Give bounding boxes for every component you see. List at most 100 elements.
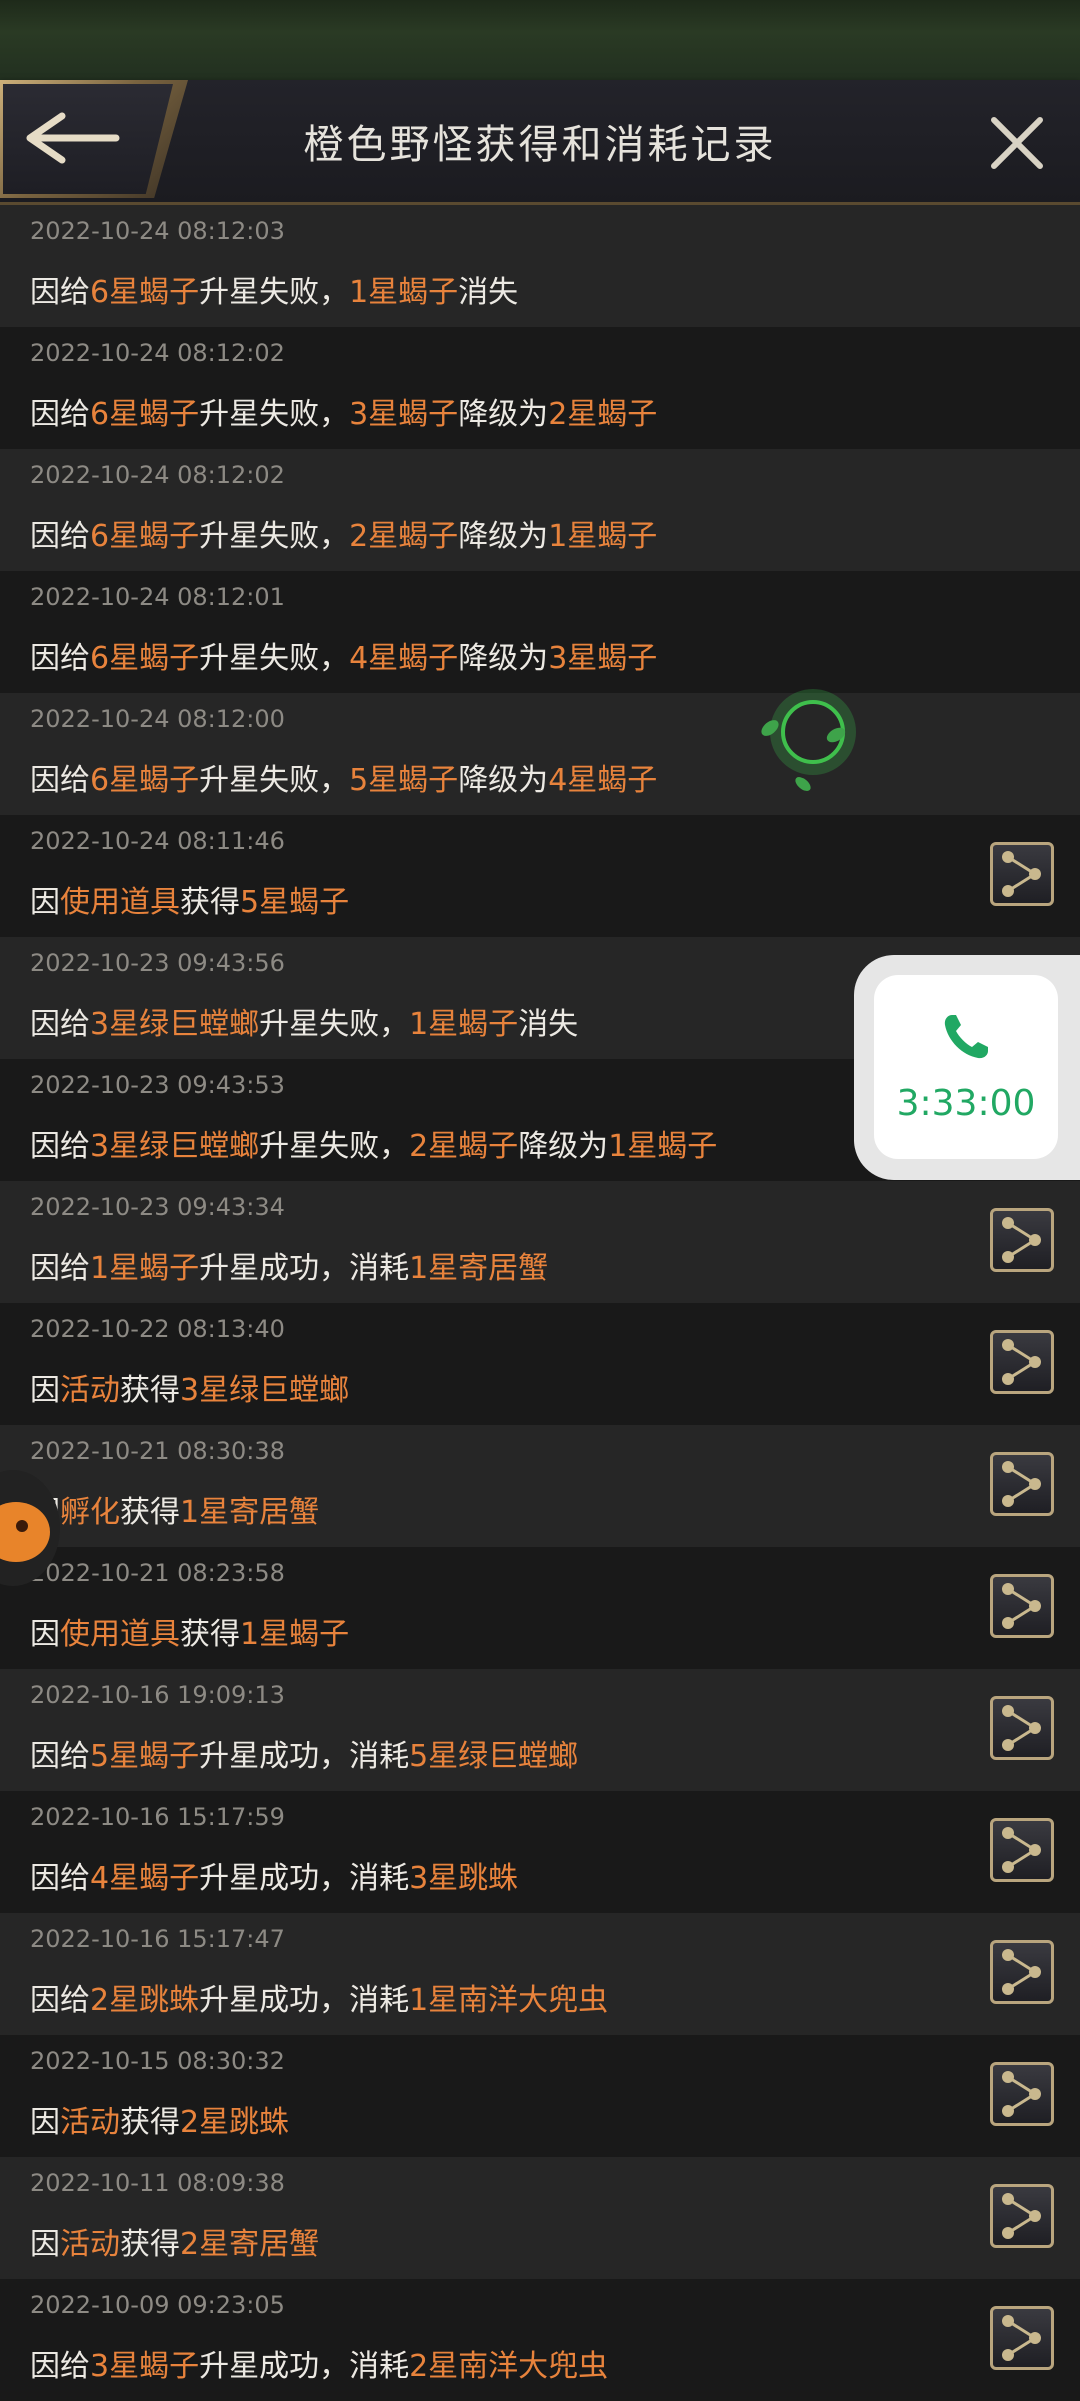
share-button[interactable] (990, 2062, 1054, 2126)
share-icon (1002, 1949, 1041, 1995)
message-text: 因给 (30, 763, 90, 798)
highlight-text: 活动 (60, 1373, 120, 1408)
page-title: 橙色野怪获得和消耗记录 (303, 122, 777, 168)
record-timestamp: 2022-10-24 08:12:02 (30, 339, 285, 367)
share-button[interactable] (990, 2184, 1054, 2248)
record-timestamp: 2022-10-21 08:30:38 (30, 1437, 285, 1465)
phone-icon (944, 1015, 988, 1059)
share-button[interactable] (990, 1330, 1054, 1394)
highlight-text: 6星蝎子 (90, 397, 200, 432)
record-timestamp: 2022-10-24 08:12:02 (30, 461, 285, 489)
message-text: 降级为 (518, 1129, 609, 1164)
record-row: 2022-10-24 08:12:03 因给6星蝎子升星失败，1星蝎子消失 (0, 205, 1080, 327)
record-row: 2022-10-15 08:30:32 因活动获得2星跳蛛 (0, 2035, 1080, 2157)
highlight-text: 3星蝎子 (349, 397, 459, 432)
highlight-text: 2星南洋大兜虫 (409, 2349, 609, 2384)
message-text: 降级为 (458, 763, 549, 798)
highlight-text: 3星蝎子 (90, 2349, 200, 2384)
share-button[interactable] (990, 1940, 1054, 2004)
highlight-text: 5星蝎子 (240, 885, 350, 920)
record-timestamp: 2022-10-24 08:12:03 (30, 217, 285, 245)
highlight-text: 5星蝎子 (349, 763, 459, 798)
header-bar: 橙色野怪获得和消耗记录 (0, 80, 1080, 205)
record-message: 因给2星跳蛛升星成功，消耗1星南洋大兜虫 (30, 1975, 608, 2019)
message-text: 获得 (120, 2227, 180, 2262)
share-button[interactable] (990, 1208, 1054, 1272)
record-row: 2022-10-24 08:12:01 因给6星蝎子升星失败，4星蝎子降级为3星蝎… (0, 571, 1080, 693)
record-row: 2022-10-23 09:43:34 因给1星蝎子升星成功，消耗1星寄居蟹 (0, 1181, 1080, 1303)
share-button[interactable] (990, 1818, 1054, 1882)
record-row: 2022-10-24 08:12:00 因给6星蝎子升星失败，5星蝎子降级为4星蝎… (0, 693, 1080, 815)
record-list: 2022-10-24 08:12:03 因给6星蝎子升星失败，1星蝎子消失 2022… (0, 205, 1080, 2401)
record-message: 因给3星蝎子升星成功，消耗2星南洋大兜虫 (30, 2341, 608, 2385)
message-text: 因给 (30, 397, 90, 432)
record-message: 因给6星蝎子升星失败，5星蝎子降级为4星蝎子 (30, 755, 657, 799)
message-text: 因 (30, 885, 60, 920)
record-message: 因给1星蝎子升星成功，消耗1星寄居蟹 (30, 1243, 548, 1287)
share-button[interactable] (990, 2306, 1054, 2370)
highlight-text: 2星蝎子 (409, 1129, 519, 1164)
message-text: 获得 (120, 2105, 180, 2140)
highlight-text: 2星寄居蟹 (180, 2227, 320, 2262)
record-message: 因给5星蝎子升星成功，消耗5星绿巨螳螂 (30, 1731, 578, 1775)
highlight-text: 1星南洋大兜虫 (409, 1983, 609, 2018)
message-text: 因给 (30, 519, 90, 554)
call-duration: 3:33:00 (896, 1083, 1036, 1124)
record-message: 因给6星蝎子升星失败，2星蝎子降级为1星蝎子 (30, 511, 657, 555)
share-button[interactable] (990, 1452, 1054, 1516)
highlight-text: 1星蝎子 (548, 519, 658, 554)
share-icon (1002, 1217, 1041, 1263)
message-text: 因给 (30, 1129, 90, 1164)
record-row: 2022-10-11 08:09:38 因活动获得2星寄居蟹 (0, 2157, 1080, 2279)
share-icon (1002, 2193, 1041, 2239)
highlight-text: 2星跳蛛 (180, 2105, 290, 2140)
highlight-text: 6星蝎子 (90, 275, 200, 310)
message-text: 因给 (30, 1983, 90, 2018)
record-timestamp: 2022-10-16 15:17:47 (30, 1925, 285, 1953)
highlight-text: 3星跳蛛 (409, 1861, 519, 1896)
share-button[interactable] (990, 842, 1054, 906)
record-message: 因给6星蝎子升星失败，1星蝎子消失 (30, 267, 518, 311)
highlight-text: 3星绿巨螳螂 (90, 1129, 260, 1164)
message-text: 因给 (30, 1251, 90, 1286)
message-text: 升星失败， (199, 397, 350, 432)
record-row: 2022-10-21 08:30:38 因孵化获得1星寄居蟹 (0, 1425, 1080, 1547)
highlight-text: 使用道具 (60, 885, 180, 920)
record-timestamp: 2022-10-23 09:43:53 (30, 1071, 285, 1099)
highlight-text: 5星绿巨螳螂 (409, 1739, 579, 1774)
message-text: 因给 (30, 1739, 90, 1774)
highlight-text: 孵化 (60, 1495, 120, 1530)
message-text: 因给 (30, 641, 90, 676)
message-text: 降级为 (458, 519, 549, 554)
message-text: 升星失败， (199, 275, 350, 310)
share-icon (1002, 1705, 1041, 1751)
record-message: 因给3星绿巨螳螂升星失败，2星蝎子降级为1星蝎子 (30, 1121, 717, 1165)
close-icon[interactable] (988, 114, 1046, 172)
share-icon (1002, 1339, 1041, 1385)
record-timestamp: 2022-10-09 09:23:05 (30, 2291, 285, 2319)
record-row: 2022-10-16 15:17:59 因给4星蝎子升星成功，消耗3星跳蛛 (0, 1791, 1080, 1913)
highlight-text: 活动 (60, 2227, 120, 2262)
message-text: 升星失败， (199, 763, 350, 798)
message-text: 升星失败， (199, 641, 350, 676)
record-timestamp: 2022-10-16 19:09:13 (30, 1681, 285, 1709)
record-timestamp: 2022-10-16 15:17:59 (30, 1803, 285, 1831)
highlight-text: 1星寄居蟹 (180, 1495, 320, 1530)
record-message: 因活动获得2星跳蛛 (30, 2097, 289, 2141)
share-button[interactable] (990, 1696, 1054, 1760)
highlight-text: 2星跳蛛 (90, 1983, 200, 2018)
highlight-text: 1星蝎子 (409, 1007, 519, 1042)
share-button[interactable] (990, 1574, 1054, 1638)
share-icon (1002, 1461, 1041, 1507)
record-message: 因给6星蝎子升星失败，4星蝎子降级为3星蝎子 (30, 633, 657, 677)
highlight-text: 1星蝎子 (240, 1617, 350, 1652)
highlight-text: 5星蝎子 (90, 1739, 200, 1774)
message-text: 升星成功，消耗 (199, 1739, 410, 1774)
highlight-text: 3星绿巨螳螂 (90, 1007, 260, 1042)
highlight-text: 6星蝎子 (90, 763, 200, 798)
highlight-text: 3星蝎子 (548, 641, 658, 676)
highlight-text: 使用道具 (60, 1617, 180, 1652)
record-row: 2022-10-24 08:11:46 因使用道具获得5星蝎子 (0, 815, 1080, 937)
call-floating-widget[interactable]: 3:33:00 (854, 955, 1080, 1180)
highlight-text: 6星蝎子 (90, 641, 200, 676)
